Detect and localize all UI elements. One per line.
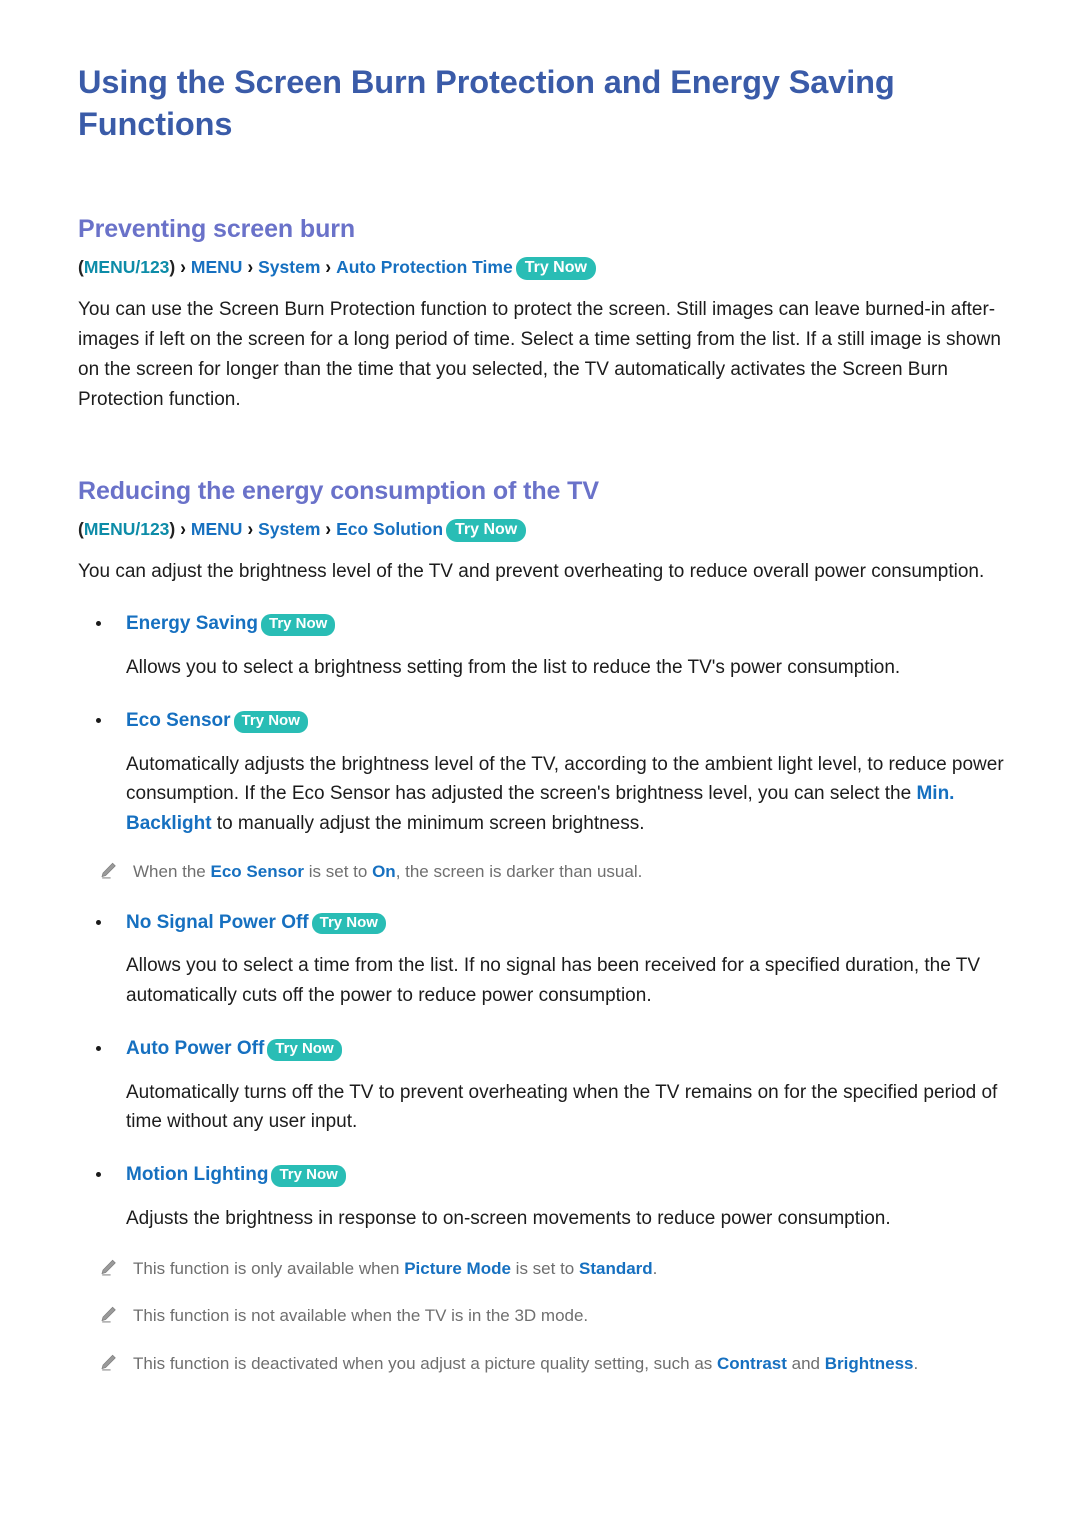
section-heading-preventing-screen-burn: Preventing screen burn [78, 215, 356, 244]
menu-path-eco-solution: (MENU/123) › MENU › System › Eco Solution Try N… [78, 518, 1018, 542]
feature-name: Energy Saving [126, 613, 258, 635]
try-now-badge[interactable]: Try Now [233, 710, 308, 733]
note-keyword-contrast: Contrast [717, 1353, 787, 1373]
note-part1: This function is not available when the … [133, 1306, 589, 1326]
note-part3: . [913, 1353, 919, 1373]
section-body-reducing-energy-consumption: You can adjust the brightness level of t… [78, 560, 985, 582]
feature-description: Automatically turns off the TV to preven… [126, 1081, 998, 1133]
feature-name: Eco Sensor [126, 709, 231, 731]
note-part1: This function is only available when [133, 1258, 405, 1278]
menu-path-item-system[interactable]: System [258, 519, 320, 539]
note-part2: is set to [510, 1258, 579, 1278]
page-title: Using the Screen Burn Protection and Ene… [78, 64, 895, 142]
menu-path-item-menu[interactable]: MENU [191, 257, 243, 277]
bullet-dot-icon [96, 919, 101, 925]
note-3d-mode: This function is not available when the … [78, 1303, 1018, 1329]
pencil-icon [98, 1305, 118, 1325]
menu-path-item-system[interactable]: System [258, 257, 320, 277]
bullet-dot-icon [96, 1045, 101, 1051]
feature-description-part1: Automatically adjusts the brightness lev… [126, 753, 1004, 805]
feature-description-part2: to manually adjust the minimum screen br… [211, 813, 645, 835]
try-now-badge[interactable]: Try Now [515, 257, 596, 281]
try-now-badge[interactable]: Try Now [446, 518, 527, 542]
try-now-badge[interactable]: Try Now [261, 614, 336, 637]
note-keyword-eco-sensor: Eco Sensor [210, 862, 305, 882]
note-part1: When the [133, 862, 211, 882]
note-part2: and [786, 1353, 825, 1373]
note-part1: This function is deactivated when you ad… [133, 1353, 717, 1373]
feature-name: Motion Lighting [126, 1164, 269, 1186]
list-item-energy-saving: Energy Saving Try Now Allows you to selec… [78, 612, 1018, 683]
note-picture-mode-standard: This function is only available when Pic… [78, 1256, 1018, 1282]
note-keyword-standard: Standard [578, 1258, 653, 1278]
document-page: Using the Screen Burn Protection and Ene… [0, 0, 1080, 1527]
final-notes-block: This function is only available when Pic… [78, 1256, 1018, 1377]
note-part3: . [652, 1258, 658, 1278]
note-keyword-on: On [372, 862, 396, 882]
chevron-right-icon: › [180, 256, 186, 279]
note-picture-quality-setting: This function is deactivated when you ad… [78, 1351, 1018, 1377]
feature-description: Automatically adjusts the brightness lev… [78, 750, 1018, 839]
chevron-right-icon: › [180, 517, 186, 540]
bullet-dot-icon [96, 621, 101, 627]
pencil-icon [98, 1258, 118, 1278]
feature-description: Allows you to select a time from the lis… [126, 955, 981, 1007]
chevron-right-icon: › [325, 256, 332, 279]
section-heading-reducing-energy-consumption: Reducing the energy consumption of the T… [78, 476, 599, 505]
feature-name: No Signal Power Off [126, 911, 309, 933]
chevron-right-icon: › [325, 517, 332, 540]
feature-title-row: Motion Lighting Try Now [78, 1163, 1018, 1188]
feature-description: Adjusts the brightness in response to on… [126, 1207, 891, 1229]
bullet-dot-icon [96, 1172, 101, 1178]
chevron-right-icon: › [247, 517, 254, 540]
chevron-right-icon: › [247, 256, 254, 279]
try-now-badge[interactable]: Try Now [267, 1038, 342, 1061]
feature-list: Energy Saving Try Now Allows you to selec… [78, 612, 1018, 1233]
note-part3: , the screen is darker than usual. [395, 862, 643, 882]
menu-path-item-eco-solution[interactable]: Eco Solution [336, 519, 443, 539]
try-now-badge[interactable]: Try Now [271, 1165, 346, 1187]
feature-title-row: No Signal Power Off Try Now [78, 911, 1018, 936]
note-eco-sensor: When the Eco Sensor is set to On, the sc… [78, 859, 1018, 885]
feature-name: Auto Power Off [126, 1037, 265, 1059]
note-keyword-picture-mode: Picture Mode [404, 1258, 511, 1278]
pencil-icon [98, 861, 118, 881]
note-keyword-brightness: Brightness [824, 1353, 914, 1373]
menu-path-item-menu[interactable]: MENU [191, 519, 243, 539]
menu-path-item-auto-protection-time[interactable]: Auto Protection Time [336, 257, 513, 277]
list-item-no-signal-power-off: No Signal Power Off Try Now Allows you to… [78, 911, 1018, 1011]
menu-path-key[interactable]: MENU/123 [84, 257, 170, 277]
section-body-preventing-screen-burn: You can use the Screen Burn Protection f… [78, 299, 1001, 410]
feature-title-row: Eco Sensor Try Now [78, 709, 1018, 734]
feature-title-row: Energy Saving Try Now [78, 612, 1018, 637]
menu-path-key[interactable]: MENU/123 [84, 519, 170, 539]
try-now-badge[interactable]: Try Now [311, 912, 386, 935]
feature-title-row: Auto Power Off Try Now [78, 1037, 1018, 1062]
note-part2: is set to [304, 862, 373, 882]
menu-path-auto-protection-time: (MENU/123) › MENU › System › Auto Protection T… [78, 256, 1018, 281]
list-item-eco-sensor: Eco Sensor Try Now Automatically adjusts … [78, 709, 1018, 885]
list-item-auto-power-off: Auto Power Off Try Now Automatically turn… [78, 1037, 1018, 1137]
list-item-motion-lighting: Motion Lighting Try Now Adjusts the brigh… [78, 1163, 1018, 1234]
pencil-icon [98, 1353, 118, 1373]
bullet-dot-icon [96, 717, 101, 723]
feature-description: Allows you to select a brightness settin… [126, 657, 901, 679]
